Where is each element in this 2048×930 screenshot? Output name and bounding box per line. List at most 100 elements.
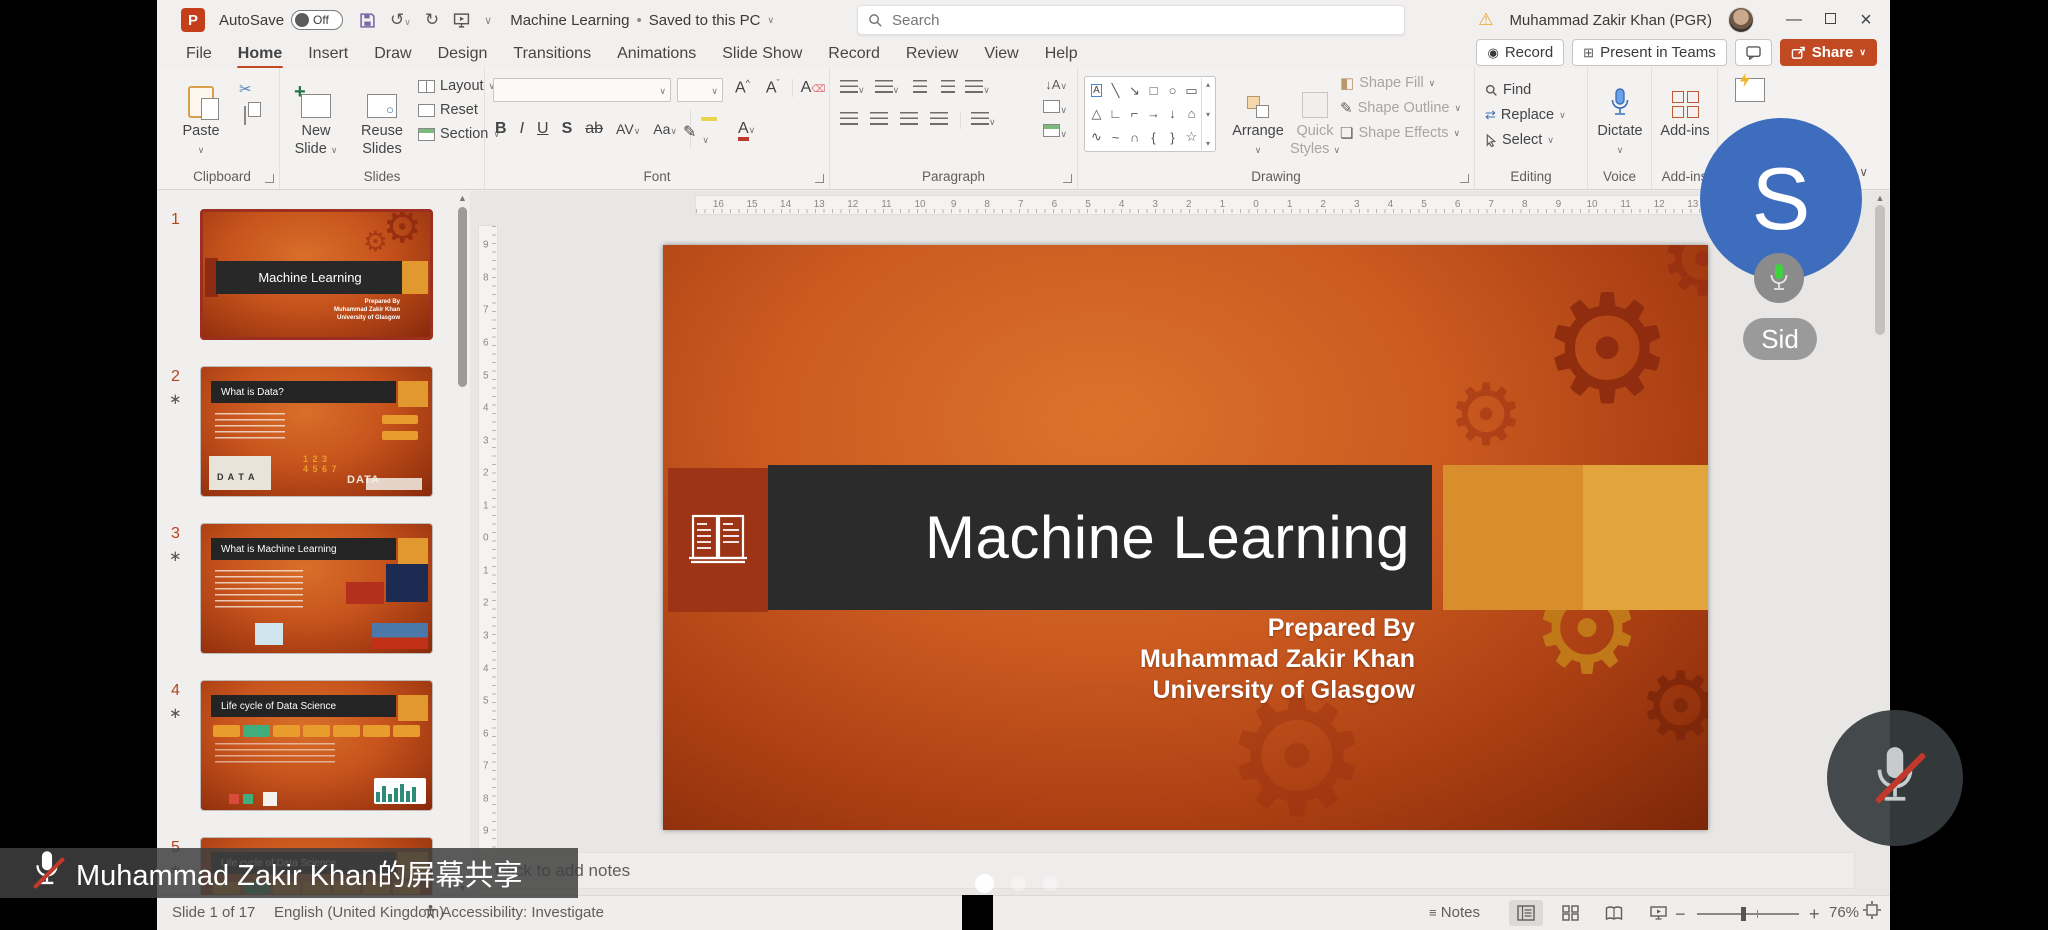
shape-icon[interactable]: → bbox=[1147, 106, 1160, 121]
undo-icon[interactable]: ↺∨ bbox=[390, 10, 411, 30]
dictate-button[interactable]: Dictate∨ bbox=[1588, 76, 1652, 159]
qat-overflow-icon[interactable]: ∨ bbox=[484, 14, 492, 27]
align-right-button[interactable] bbox=[900, 112, 918, 129]
notes-pane[interactable]: Click to add notes bbox=[480, 852, 1855, 889]
shape-gallery[interactable]: A ╲ ↘ □ ○ ▭ △ ∟ ⌐ → ↓ ⌂ ∿ ~ ∩ { } bbox=[1084, 76, 1216, 152]
decrease-indent-button[interactable] bbox=[909, 80, 927, 97]
zoom-slider-thumb[interactable] bbox=[1741, 907, 1746, 921]
bold-button[interactable]: B bbox=[495, 120, 507, 138]
shape-icon[interactable]: ⌐ bbox=[1131, 106, 1139, 121]
find-button[interactable]: Find bbox=[1485, 82, 1566, 98]
change-case-button[interactable]: Aa∨ bbox=[653, 121, 677, 137]
tab-record[interactable]: Record bbox=[815, 42, 893, 66]
collapse-ribbon-icon[interactable]: ∨ bbox=[1859, 165, 1868, 179]
tab-file[interactable]: File bbox=[173, 42, 225, 66]
cut-button[interactable]: ✂ bbox=[239, 80, 252, 98]
restore-button[interactable] bbox=[1820, 11, 1840, 29]
new-slide-button[interactable]: New Slide ∨ bbox=[284, 76, 348, 159]
text-direction-button[interactable]: ↓A∨ bbox=[1045, 76, 1067, 93]
slide-3-thumbnail[interactable]: What is Machine Learning bbox=[200, 523, 433, 654]
character-spacing-button[interactable]: AV∨ bbox=[616, 121, 640, 137]
replace-button[interactable]: ⇄Replace∨ bbox=[1485, 107, 1566, 123]
line-spacing-button[interactable]: ∨ bbox=[965, 80, 990, 97]
present-in-teams-button[interactable]: ⊞Present in Teams bbox=[1572, 39, 1727, 66]
align-left-button[interactable] bbox=[840, 112, 858, 129]
reuse-slides-button[interactable]: Reuse Slides bbox=[350, 76, 414, 158]
tab-design[interactable]: Design bbox=[425, 42, 501, 66]
minimize-button[interactable]: — bbox=[1784, 11, 1804, 29]
notes-toggle-button[interactable]: ≡ Notes bbox=[1429, 904, 1480, 921]
autosave-control[interactable]: AutoSave Off bbox=[219, 10, 343, 30]
slide-2-thumbnail[interactable]: What is Data? D A T A 1 2 34 5 6 7 DATA bbox=[200, 366, 433, 497]
shape-icon[interactable]: ○ bbox=[1169, 83, 1177, 98]
paragraph-dialog-launcher[interactable] bbox=[1063, 174, 1072, 183]
record-button[interactable]: ◉Record bbox=[1476, 39, 1564, 66]
title-chevron-down-icon[interactable]: ∨ bbox=[767, 15, 774, 26]
tab-transitions[interactable]: Transitions bbox=[500, 42, 604, 66]
shape-icon[interactable]: ↘ bbox=[1129, 83, 1140, 99]
designer-button[interactable] bbox=[1735, 78, 1765, 106]
shape-effects-button[interactable]: ❏Shape Effects∨ bbox=[1340, 124, 1461, 142]
shape-icon[interactable]: ☆ bbox=[1186, 129, 1198, 145]
zoom-out-button[interactable]: − bbox=[1675, 904, 1686, 925]
normal-view-button[interactable] bbox=[1509, 900, 1543, 926]
tab-animations[interactable]: Animations bbox=[604, 42, 709, 66]
shape-icon[interactable]: ~ bbox=[1112, 130, 1120, 145]
copy-button[interactable] bbox=[244, 107, 246, 124]
slide-title-banner[interactable]: Machine Learning bbox=[768, 465, 1432, 610]
tab-help[interactable]: Help bbox=[1032, 42, 1091, 66]
tab-draw[interactable]: Draw bbox=[361, 42, 424, 66]
shape-icon[interactable]: } bbox=[1170, 130, 1174, 145]
carousel-dots[interactable] bbox=[975, 874, 1058, 893]
drawing-dialog-launcher[interactable] bbox=[1460, 174, 1469, 183]
shape-gallery-scroll[interactable]: ▴▾▾ bbox=[1201, 78, 1214, 150]
language-indicator[interactable]: English (United Kingdom) bbox=[274, 904, 444, 921]
redo-icon[interactable]: ↻ bbox=[425, 10, 439, 30]
select-button[interactable]: Select∨ bbox=[1485, 132, 1566, 148]
zoom-level[interactable]: 76% bbox=[1829, 904, 1859, 921]
mute-button[interactable] bbox=[1827, 710, 1963, 846]
highlight-color-button[interactable]: ✎∨ bbox=[690, 110, 725, 148]
shape-icon[interactable]: □ bbox=[1150, 83, 1158, 98]
shape-icon[interactable]: ∿ bbox=[1091, 129, 1102, 145]
slide-1-thumbnail[interactable]: ⚙ ⚙ Machine Learning Prepared By Muhamma… bbox=[200, 209, 433, 340]
comments-button[interactable] bbox=[1735, 39, 1772, 66]
shape-icon[interactable]: { bbox=[1151, 130, 1155, 145]
font-name-combo[interactable]: ∨ bbox=[493, 78, 671, 102]
shape-icon[interactable]: ∩ bbox=[1130, 130, 1139, 145]
align-center-button[interactable] bbox=[870, 112, 888, 129]
shape-fill-button[interactable]: ◧Shape Fill∨ bbox=[1340, 74, 1461, 92]
warning-icon[interactable]: ⚠ bbox=[1478, 10, 1493, 30]
increase-indent-button[interactable] bbox=[937, 80, 955, 97]
text-shadow-button[interactable]: S bbox=[562, 120, 573, 138]
shape-outline-button[interactable]: ✎Shape Outline∨ bbox=[1340, 99, 1461, 117]
horizontal-ruler[interactable]: 1615141312111098765432101234567891011121… bbox=[695, 195, 1817, 215]
scroll-up-icon[interactable]: ▲ bbox=[1874, 193, 1886, 203]
zoom-slider[interactable] bbox=[1697, 913, 1799, 915]
start-slideshow-icon[interactable] bbox=[453, 12, 470, 29]
slide-indicator[interactable]: Slide 1 of 17 bbox=[172, 904, 255, 921]
accessibility-status[interactable]: Accessibility: Investigate bbox=[423, 904, 604, 921]
bullets-button[interactable]: ∨ bbox=[840, 80, 865, 97]
reading-view-button[interactable] bbox=[1597, 900, 1631, 926]
arrange-button[interactable]: Arrange∨ bbox=[1226, 76, 1290, 159]
shape-icon[interactable]: A bbox=[1091, 84, 1102, 97]
columns-button[interactable]: ∨ bbox=[960, 112, 996, 129]
autosave-toggle[interactable]: Off bbox=[291, 10, 343, 30]
powerpoint-logo-icon[interactable]: P bbox=[181, 8, 205, 32]
italic-button[interactable]: I bbox=[520, 120, 524, 138]
clipboard-dialog-launcher[interactable] bbox=[265, 174, 274, 183]
slide-sorter-view-button[interactable] bbox=[1553, 900, 1587, 926]
slide-byline[interactable]: Prepared By Muhammad Zakir Khan Universi… bbox=[1140, 613, 1415, 706]
decrease-font-size-button[interactable]: Aˇ bbox=[762, 78, 784, 97]
paste-button[interactable]: Paste∨ bbox=[169, 76, 233, 159]
slide-thumbnail-panel[interactable]: 1 ⚙ ⚙ Machine Learning Prepared By Muham… bbox=[157, 191, 470, 895]
zoom-in-button[interactable]: + bbox=[1809, 904, 1820, 925]
quick-styles-button[interactable]: QuickStyles ∨ bbox=[1283, 76, 1347, 159]
increase-font-size-button[interactable]: A^ bbox=[731, 78, 754, 97]
tab-home[interactable]: Home bbox=[225, 42, 295, 66]
share-button[interactable]: Share∨ bbox=[1780, 39, 1877, 66]
fit-slide-button[interactable] bbox=[1863, 901, 1881, 923]
search-box[interactable] bbox=[857, 5, 1405, 35]
search-input[interactable] bbox=[892, 12, 1352, 29]
